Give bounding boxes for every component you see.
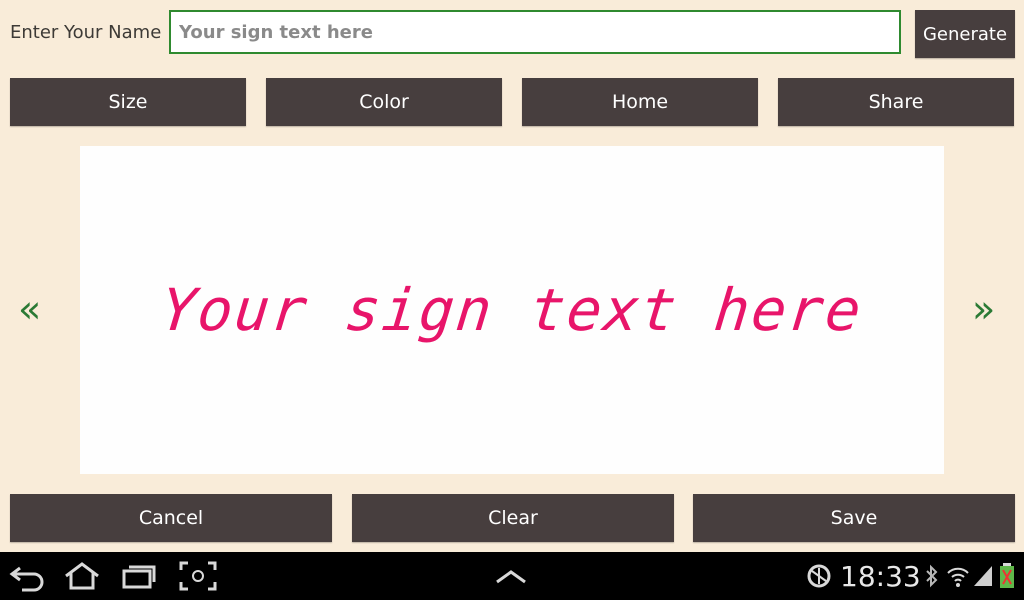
home-icon[interactable] [62, 560, 102, 592]
color-button[interactable]: Color [266, 78, 502, 126]
bluetooth-icon [926, 564, 938, 588]
sync-icon [807, 564, 831, 588]
cancel-button[interactable]: Cancel [10, 494, 332, 542]
share-button[interactable]: Share [778, 78, 1014, 126]
recent-apps-icon[interactable] [118, 560, 158, 592]
clock: 18:33 [840, 560, 921, 593]
name-label: Enter Your Name [10, 22, 162, 43]
signal-icon [974, 566, 992, 586]
sign-preview-canvas: Your sign text here [80, 146, 944, 474]
clear-button[interactable]: Clear [352, 494, 674, 542]
size-button[interactable]: Size [10, 78, 246, 126]
prev-style-button[interactable]: « [18, 290, 41, 328]
sign-preview-text: Your sign text here [157, 276, 867, 344]
wifi-icon [947, 567, 969, 587]
system-bar: 18:33 [0, 552, 1024, 600]
name-input[interactable] [169, 10, 901, 54]
back-icon[interactable] [8, 560, 48, 592]
home-button[interactable]: Home [522, 78, 758, 126]
generate-button[interactable]: Generate [915, 10, 1015, 58]
screenshot-icon[interactable] [178, 560, 218, 592]
battery-icon [1000, 563, 1014, 588]
next-style-button[interactable]: » [972, 290, 995, 328]
up-chevron-icon[interactable] [493, 560, 529, 592]
save-button[interactable]: Save [693, 494, 1015, 542]
